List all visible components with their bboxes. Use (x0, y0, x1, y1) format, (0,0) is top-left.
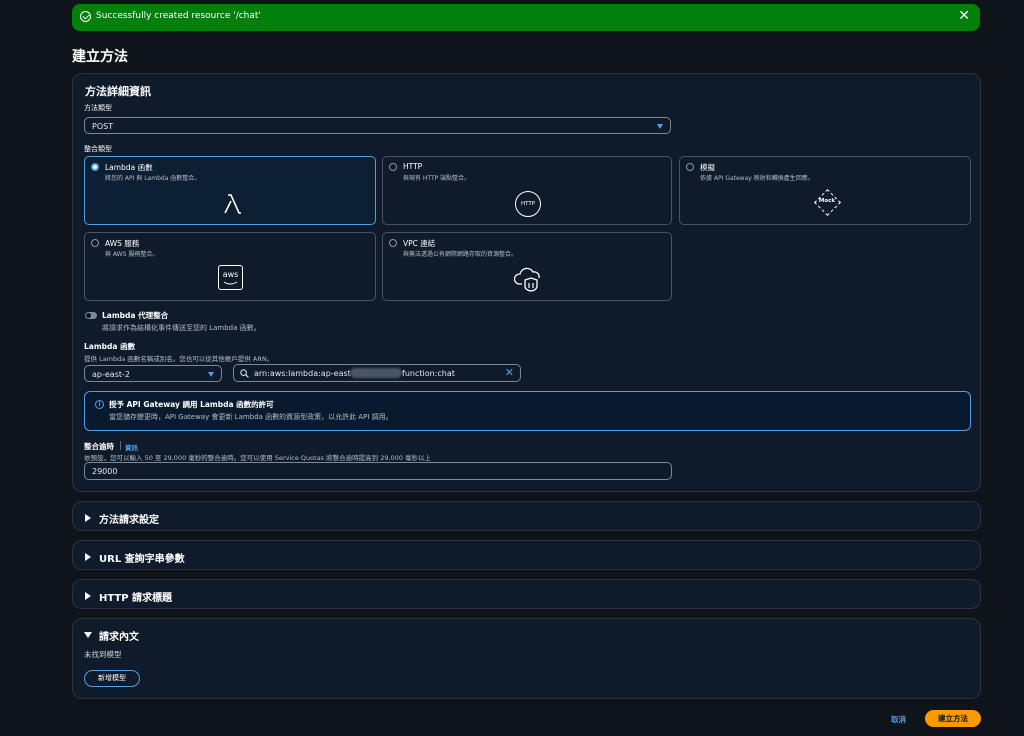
lambda-function-label: Lambda 函數 (84, 342, 136, 351)
aws-icon: aws (218, 265, 243, 290)
lambda-icon (224, 194, 241, 214)
success-flashbar: Successfully created resource '/chat' ✕ (72, 4, 980, 31)
card-desc: 與現有 HTTP 端點整合。 (403, 175, 471, 182)
arn-prefix: arn:aws:lambda:ap-east-2: (254, 369, 362, 378)
caret-down-icon (657, 124, 663, 129)
section-title[interactable]: 請求內文 (99, 628, 139, 643)
method-request-section[interactable]: 方法請求設定 (72, 501, 981, 531)
flash-message: Successfully created resource '/chat' (96, 11, 261, 21)
caret-right-icon (85, 553, 91, 561)
integration-card-aws-service[interactable]: AWS 服務 與 AWS 服務整合。 aws (84, 232, 376, 301)
timeout-info-link[interactable]: 資訊 (125, 442, 138, 452)
add-model-button[interactable]: 新增模型 (84, 670, 140, 687)
cancel-button[interactable]: 取消 (891, 714, 906, 725)
redacted-account-id (350, 368, 402, 378)
card-desc: 與 AWS 服務整合。 (105, 251, 159, 258)
section-title: HTTP 請求標題 (99, 593, 173, 604)
panel-title: 方法詳細資訊 (85, 85, 151, 98)
create-method-button[interactable]: 建立方法 (925, 710, 981, 727)
no-models-text: 未找到模型 (84, 650, 122, 659)
method-details-panel: 方法詳細資訊 方法類型 POST 整合類型 Lambda 函數 將您的 API … (72, 73, 981, 492)
card-title: HTTP (403, 162, 423, 171)
card-desc: 將您的 API 與 Lambda 函數整合。 (105, 175, 201, 182)
permission-info-alert: i 授予 API Gateway 調用 Lambda 函數的許可 當您儲存變更時… (84, 391, 971, 431)
card-title: Lambda 函數 (105, 163, 153, 172)
radio-selected[interactable] (91, 163, 99, 171)
card-title: 模擬 (700, 163, 715, 172)
caret-down-icon (208, 372, 214, 377)
radio-unselected[interactable] (389, 239, 397, 247)
lambda-arn-input[interactable]: arn:aws:lambda:ap-east-2: function:chat … (233, 364, 521, 382)
page-title: 建立方法 (72, 49, 128, 65)
request-body-section: 請求內文 未找到模型 新增模型 (72, 618, 981, 699)
search-icon (240, 369, 249, 378)
caret-right-icon (85, 514, 91, 522)
dismiss-close-icon[interactable]: ✕ (958, 8, 970, 24)
integration-card-lambda[interactable]: Lambda 函數 將您的 API 與 Lambda 函數整合。 (84, 156, 376, 225)
arn-suffix: function:chat (402, 369, 455, 378)
integration-card-http[interactable]: HTTP 與現有 HTTP 端點整合。 HTTP (382, 156, 672, 225)
lambda-proxy-toggle[interactable] (85, 312, 97, 319)
permission-desc: 當您儲存變更時，API Gateway 會更新 Lambda 函數的資源型政策，… (109, 413, 393, 421)
integration-card-vpc-link[interactable]: VPC 連結 與無法透過公有網際網路存取的資源整合。 (382, 232, 672, 301)
region-value: ap-east-2 (92, 370, 130, 379)
method-type-select[interactable]: POST (84, 117, 671, 134)
card-desc: 依據 API Gateway 映射和轉換產生回應。 (700, 175, 814, 182)
proxy-label: Lambda 代理整合 (102, 311, 169, 320)
http-headers-section[interactable]: HTTP 請求標題 (72, 579, 981, 609)
region-select[interactable]: ap-east-2 (84, 365, 222, 382)
lambda-function-desc: 提供 Lambda 函數名稱或別名。您也可以從其他帳戶提供 ARN。 (84, 355, 274, 363)
card-title: VPC 連結 (403, 239, 436, 248)
divider (120, 441, 121, 450)
radio-unselected[interactable] (389, 163, 397, 171)
section-title: 方法請求設定 (99, 515, 159, 526)
caret-right-icon (85, 592, 91, 600)
proxy-desc: 將請求作為結構化事件傳送至您的 Lambda 函數。 (102, 324, 261, 332)
caret-down-icon[interactable] (84, 632, 92, 638)
section-title: URL 查詢字串參數 (99, 554, 185, 565)
info-icon: i (95, 400, 104, 409)
card-desc: 與無法透過公有網際網路存取的資源整合。 (403, 251, 518, 258)
method-type-label: 方法類型 (84, 104, 112, 112)
http-icon: HTTP (515, 191, 541, 217)
timeout-input[interactable]: 29000 (84, 462, 672, 480)
radio-unselected[interactable] (91, 239, 99, 247)
permission-title: 授予 API Gateway 調用 Lambda 函數的許可 (109, 400, 274, 409)
method-type-value: POST (92, 122, 114, 131)
aws-smile-icon (223, 281, 238, 285)
vpc-cloud-icon (514, 267, 540, 292)
clear-input-x-icon[interactable]: ✕ (505, 366, 514, 379)
success-check-icon (80, 11, 91, 22)
aws-icon-text: aws (222, 270, 239, 279)
timeout-label: 整合逾時 (84, 442, 114, 451)
integration-type-label: 整合類型 (84, 145, 112, 153)
mock-icon-label: Mock (818, 198, 836, 204)
url-query-section[interactable]: URL 查詢字串參數 (72, 540, 981, 570)
timeout-desc: 依預設，您可以輸入 50 至 29,000 毫秒的整合逾時。您可以使用 Serv… (84, 454, 432, 462)
timeout-value: 29000 (92, 467, 118, 476)
card-title: AWS 服務 (105, 239, 140, 248)
radio-unselected[interactable] (686, 163, 694, 171)
integration-card-mock[interactable]: 模擬 依據 API Gateway 映射和轉換產生回應。 Mock (679, 156, 971, 225)
